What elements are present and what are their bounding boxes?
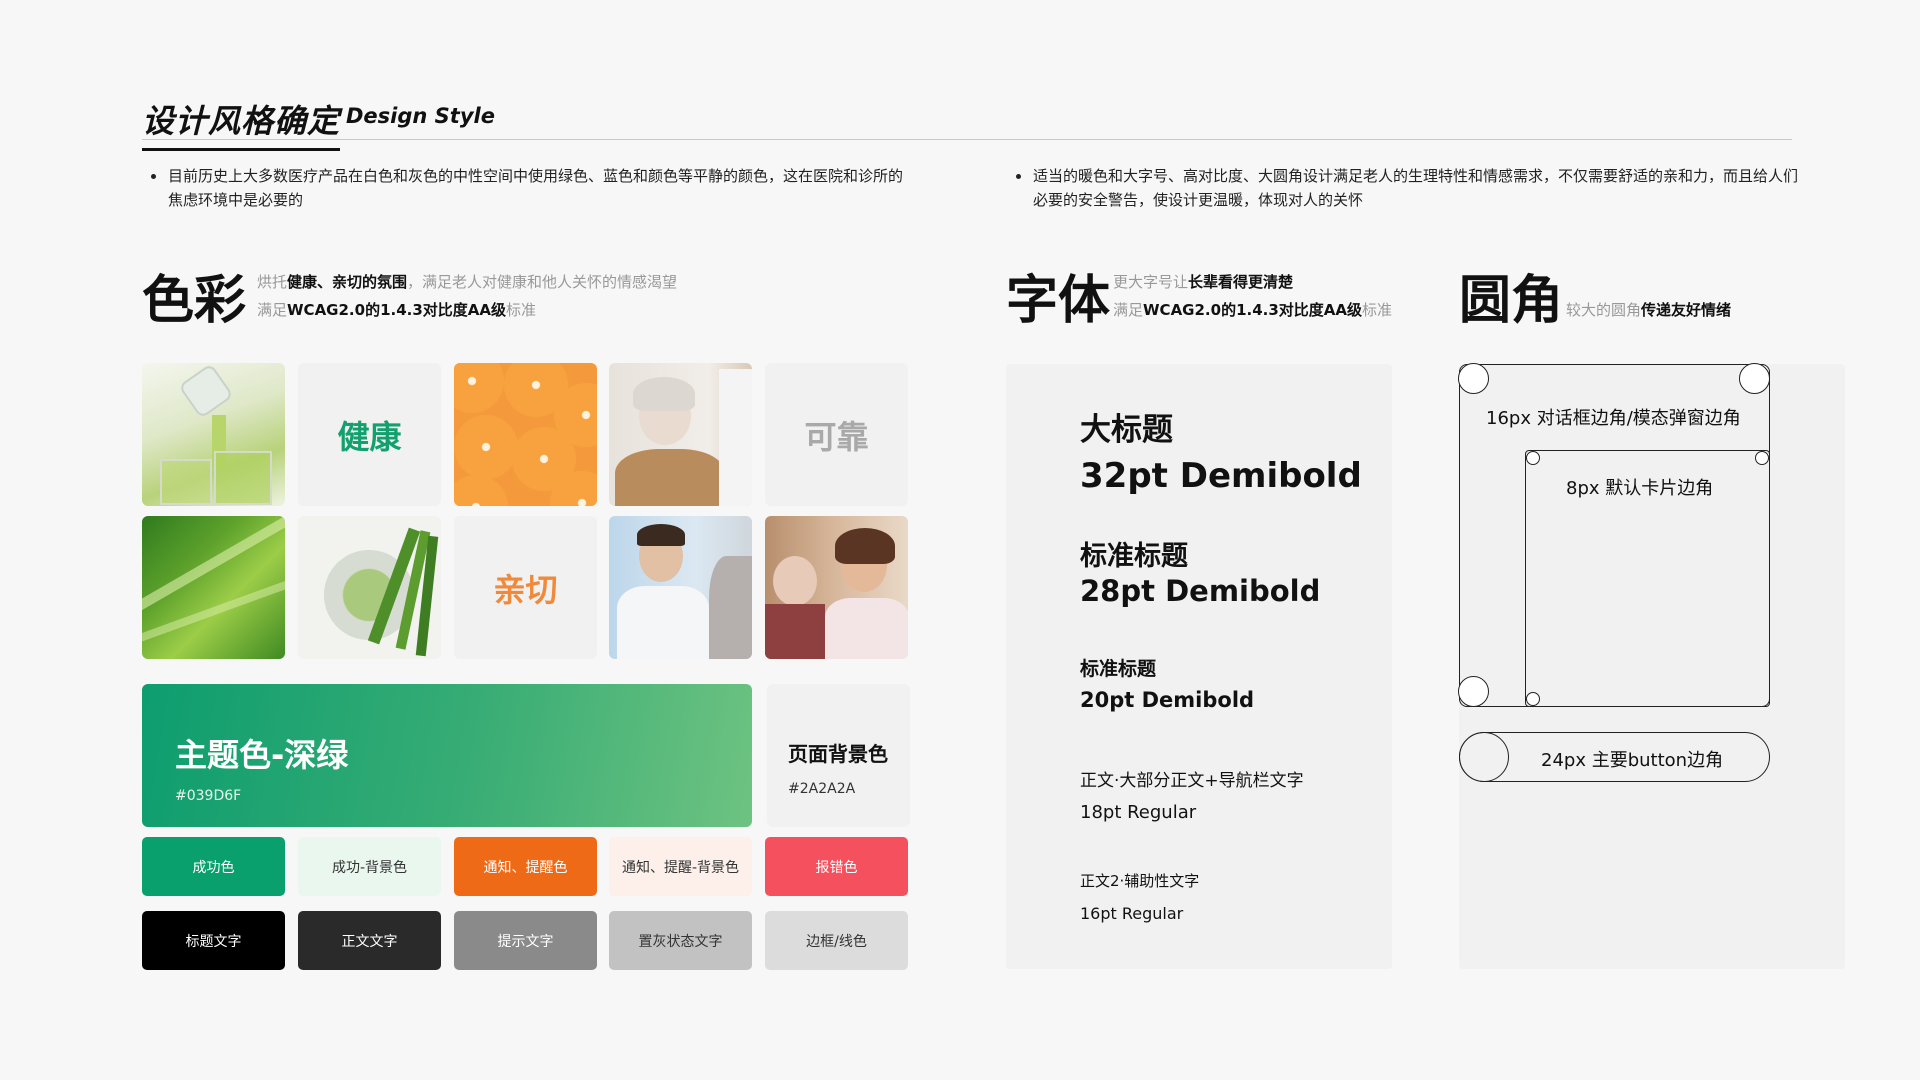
theme-color-name: 主题色-深绿	[175, 736, 349, 774]
intro-text-1: 目前历史上大多数医疗产品在白色和灰色的中性空间中使用绿色、蓝色和颜色等平静的颜色…	[168, 167, 904, 209]
theme-color-card: 主题色-深绿 #039D6F	[142, 684, 752, 827]
color-chip-hint-text: 提示文字	[454, 911, 597, 970]
type-h1-name: 大标题	[1080, 412, 1173, 448]
font-section-title: 字体	[1006, 271, 1111, 331]
color-chip-success-bg: 成功-背景色	[298, 837, 441, 896]
button-radius-label: 24px 主要button边角	[1541, 750, 1724, 771]
color-section-title: 色彩	[142, 271, 247, 331]
dialog-radius-label: 16px 对话框边角/模态弹窗边角	[1486, 408, 1741, 429]
page-bg-color-card: 页面背景色 #2A2A2A	[767, 684, 910, 827]
mood-image-caregiver	[765, 516, 908, 659]
page-subtitle: Design Style	[346, 104, 495, 128]
dialog-corner-marker	[1458, 363, 1489, 394]
type-body2-name: 正文2·辅助性文字	[1080, 872, 1200, 890]
bullet-icon	[1016, 174, 1021, 179]
color-chip-disabled-text: 置灰状态文字	[609, 911, 752, 970]
intro-text-2: 适当的暖色和大字号、高对比度、大圆角设计满足老人的生理特性和情感需求，不仅需要舒…	[1033, 167, 1799, 209]
type-h1-spec: 32pt Demibold	[1080, 456, 1362, 496]
theme-color-hex: #039D6F	[175, 788, 242, 804]
mood-image-doctor	[609, 516, 752, 659]
bullet-icon	[151, 174, 156, 179]
page-bg-color-hex: #2A2A2A	[788, 781, 856, 797]
color-chip-error: 报错色	[765, 837, 908, 896]
color-chip-notice-bg: 通知、提醒-背景色	[609, 837, 752, 896]
color-chip-body-text: 正文文字	[298, 911, 441, 970]
type-h2-name: 标准标题	[1080, 541, 1188, 572]
type-body-name: 正文·大部分正文+导航栏文字	[1080, 771, 1304, 791]
type-h3-name: 标准标题	[1080, 658, 1157, 680]
type-body2-spec: 16pt Regular	[1080, 904, 1184, 923]
color-section-desc-2: 满足WCAG2.0的1.4.3对比度AA级标准	[257, 301, 537, 319]
mood-image-elderly-woman	[609, 363, 752, 506]
color-chip-success: 成功色	[142, 837, 285, 896]
color-section-desc-1: 烘托健康、亲切的氛围，满足老人对健康和他人关怀的情感渴望	[257, 273, 678, 291]
mood-word-reliable: 可靠	[765, 363, 908, 506]
type-body-spec: 18pt Regular	[1080, 802, 1197, 823]
mood-image-green-juice	[142, 363, 285, 506]
dialog-corner-marker	[1458, 676, 1489, 707]
radius-section-desc: 较大的圆角传递友好情绪	[1566, 301, 1732, 319]
intro-bullet-2: 适当的暖色和大字号、高对比度、大圆角设计满足老人的生理特性和情感需求，不仅需要舒…	[1007, 164, 1799, 212]
card-corner-marker	[1755, 451, 1769, 465]
typography-panel: 大标题 32pt Demibold 标准标题 28pt Demibold 标准标…	[1006, 364, 1392, 969]
button-corner-marker	[1459, 732, 1509, 782]
mood-word-health: 健康	[298, 363, 441, 506]
color-chip-notice: 通知、提醒色	[454, 837, 597, 896]
radius-section-title: 圆角	[1459, 271, 1564, 331]
intro-bullet-1: 目前历史上大多数医疗产品在白色和灰色的中性空间中使用绿色、蓝色和颜色等平静的颜色…	[142, 164, 912, 212]
radius-panel: 16px 对话框边角/模态弹窗边角 8px 默认卡片边角 24px 主要butt…	[1458, 363, 1845, 969]
type-h3-spec: 20pt Demibold	[1080, 688, 1255, 712]
card-corner-marker	[1526, 692, 1540, 706]
mood-image-oranges	[454, 363, 597, 506]
page-title: 设计风格确定	[142, 96, 341, 151]
color-chip-title-text: 标题文字	[142, 911, 285, 970]
card-corner-marker	[1526, 451, 1540, 465]
type-h2-spec: 28pt Demibold	[1080, 574, 1321, 608]
mood-word-friendly: 亲切	[454, 516, 597, 659]
mood-image-leaves	[142, 516, 285, 659]
font-section-desc-2: 满足WCAG2.0的1.4.3对比度AA级标准	[1113, 301, 1393, 319]
page-bg-color-name: 页面背景色	[788, 742, 888, 766]
card-radius-label: 8px 默认卡片边角	[1566, 478, 1714, 499]
color-chip-border: 边框/线色	[765, 911, 908, 970]
page-header: 设计风格确定 Design Style	[142, 96, 1792, 151]
mood-image-green-beans	[298, 516, 441, 659]
font-section-desc-1: 更大字号让长辈看得更清楚	[1113, 273, 1294, 291]
dialog-corner-marker	[1739, 363, 1770, 394]
